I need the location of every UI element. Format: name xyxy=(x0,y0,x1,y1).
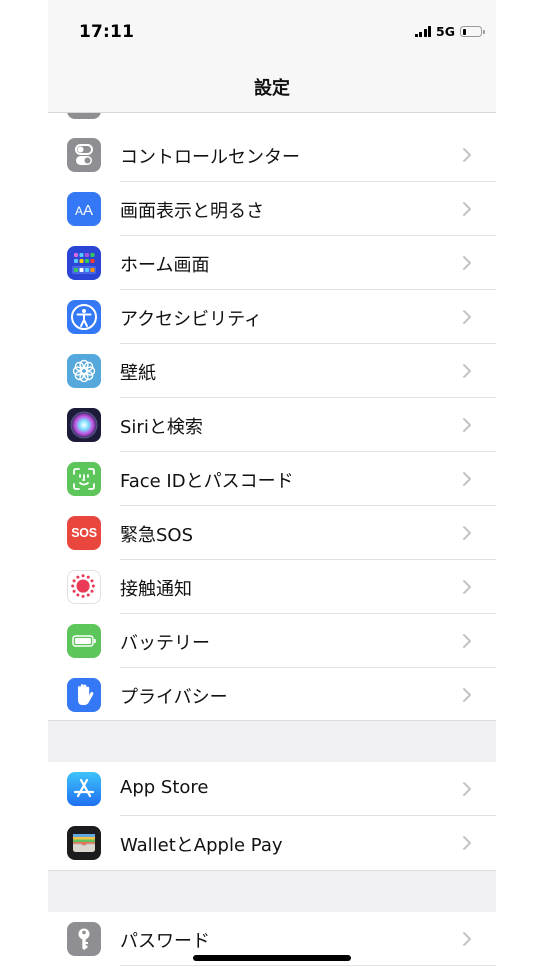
wallpaper-icon xyxy=(67,354,101,388)
exposure-dot xyxy=(76,575,80,579)
chevron-right-icon xyxy=(463,634,471,648)
settings-row-app-store[interactable]: App Store xyxy=(48,762,496,816)
chevron-right-icon xyxy=(463,148,471,162)
settings-row-exposure-notification[interactable]: 接触通知 xyxy=(48,560,496,614)
chevron-right-icon xyxy=(463,472,471,486)
exposure-dot xyxy=(81,594,85,598)
chevron-right-icon xyxy=(463,526,471,540)
settings-row-display[interactable]: AA 画面表示と明るさ xyxy=(48,182,496,236)
chevron-right-icon xyxy=(463,782,471,796)
row-label: アクセシビリティ xyxy=(120,309,263,330)
key-icon xyxy=(67,922,101,956)
battery-icon xyxy=(67,624,101,658)
chevron-right-icon xyxy=(463,836,471,850)
chevron-right-icon xyxy=(463,418,471,432)
row-label: 緊急SOS xyxy=(120,525,194,546)
exposure-dot xyxy=(72,589,76,593)
exposure-dot xyxy=(86,575,90,579)
row-label: コントロールセンター xyxy=(120,147,300,168)
chevron-right-icon xyxy=(463,932,471,946)
exposure-dot xyxy=(86,593,90,597)
settings-row-home-screen[interactable]: ホーム画面 xyxy=(48,236,496,290)
exposure-notification-icon xyxy=(67,570,101,604)
row-label: App Store xyxy=(120,777,209,798)
chevron-right-icon xyxy=(463,202,471,216)
accessibility-icon xyxy=(67,300,101,334)
exposure-dot xyxy=(71,584,75,588)
home-screen-icon xyxy=(67,246,101,280)
section-spacer xyxy=(48,720,496,763)
battery-level xyxy=(462,28,466,35)
exposure-dot xyxy=(91,584,95,588)
row-label: パスワード xyxy=(120,931,210,952)
settings-row-emergency-sos[interactable]: SOS 緊急SOS xyxy=(48,506,496,560)
settings-row-battery[interactable]: バッテリー xyxy=(48,614,496,668)
face-id-icon xyxy=(67,462,101,496)
home-indicator[interactable] xyxy=(193,955,351,961)
chevron-right-icon xyxy=(463,310,471,324)
row-label: 接触通知 xyxy=(120,579,192,600)
row-label: 画面表示と明るさ xyxy=(120,201,264,222)
siri-icon xyxy=(67,408,101,442)
sos-icon-text: SOS xyxy=(71,526,97,540)
settings-row-face-id[interactable]: Face IDとパスコード xyxy=(48,452,496,506)
chevron-right-icon xyxy=(463,580,471,594)
chevron-right-icon xyxy=(463,256,471,270)
exposure-dot xyxy=(90,589,94,593)
settings-row-wallet[interactable]: WalletとApple Pay xyxy=(48,816,496,870)
exposure-dot xyxy=(76,593,80,597)
row-label: Siriと検索 xyxy=(120,417,203,438)
navigation-bar: 17:11 5G 設定 xyxy=(48,0,496,113)
display-brightness-icon: AA xyxy=(67,192,101,226)
network-type: 5G xyxy=(436,24,455,39)
row-label: Face IDとパスコード xyxy=(120,471,294,492)
svg-text:AA: AA xyxy=(75,202,93,219)
row-label: 壁紙 xyxy=(120,363,156,384)
settings-row-privacy[interactable]: プライバシー xyxy=(48,668,496,722)
page-title: 設定 xyxy=(254,78,290,99)
wallet-icon xyxy=(67,826,101,860)
settings-row-control-center[interactable]: コントロールセンター xyxy=(48,128,496,182)
exposure-dot xyxy=(81,574,85,578)
privacy-hand-icon xyxy=(67,678,101,712)
app-store-icon xyxy=(67,772,101,806)
divider xyxy=(120,965,496,966)
sos-icon: SOS xyxy=(67,516,101,550)
exposure-dot xyxy=(90,579,94,583)
exposure-dot xyxy=(72,579,76,583)
row-label: プライバシー xyxy=(120,687,228,708)
chevron-right-icon xyxy=(463,364,471,378)
battery-status-icon xyxy=(460,26,485,37)
chevron-right-icon xyxy=(463,688,471,702)
row-label: バッテリー xyxy=(120,633,210,654)
settings-row-wallpaper[interactable]: 壁紙 xyxy=(48,344,496,398)
settings-row-accessibility[interactable]: アクセシビリティ xyxy=(48,290,496,344)
row-label: WalletとApple Pay xyxy=(120,835,283,856)
cellular-signal-icon xyxy=(414,26,432,37)
control-center-icon xyxy=(67,138,101,172)
row-label: ホーム画面 xyxy=(120,255,210,276)
status-indicators: 5G xyxy=(414,24,485,39)
status-time: 17:11 xyxy=(79,22,135,42)
settings-row-siri[interactable]: Siriと検索 xyxy=(48,398,496,452)
section-spacer xyxy=(48,870,496,913)
settings-screen: 17:11 5G 設定 コントロールセンター AA 画面表示と明るさ ホーム画面… xyxy=(48,0,496,972)
